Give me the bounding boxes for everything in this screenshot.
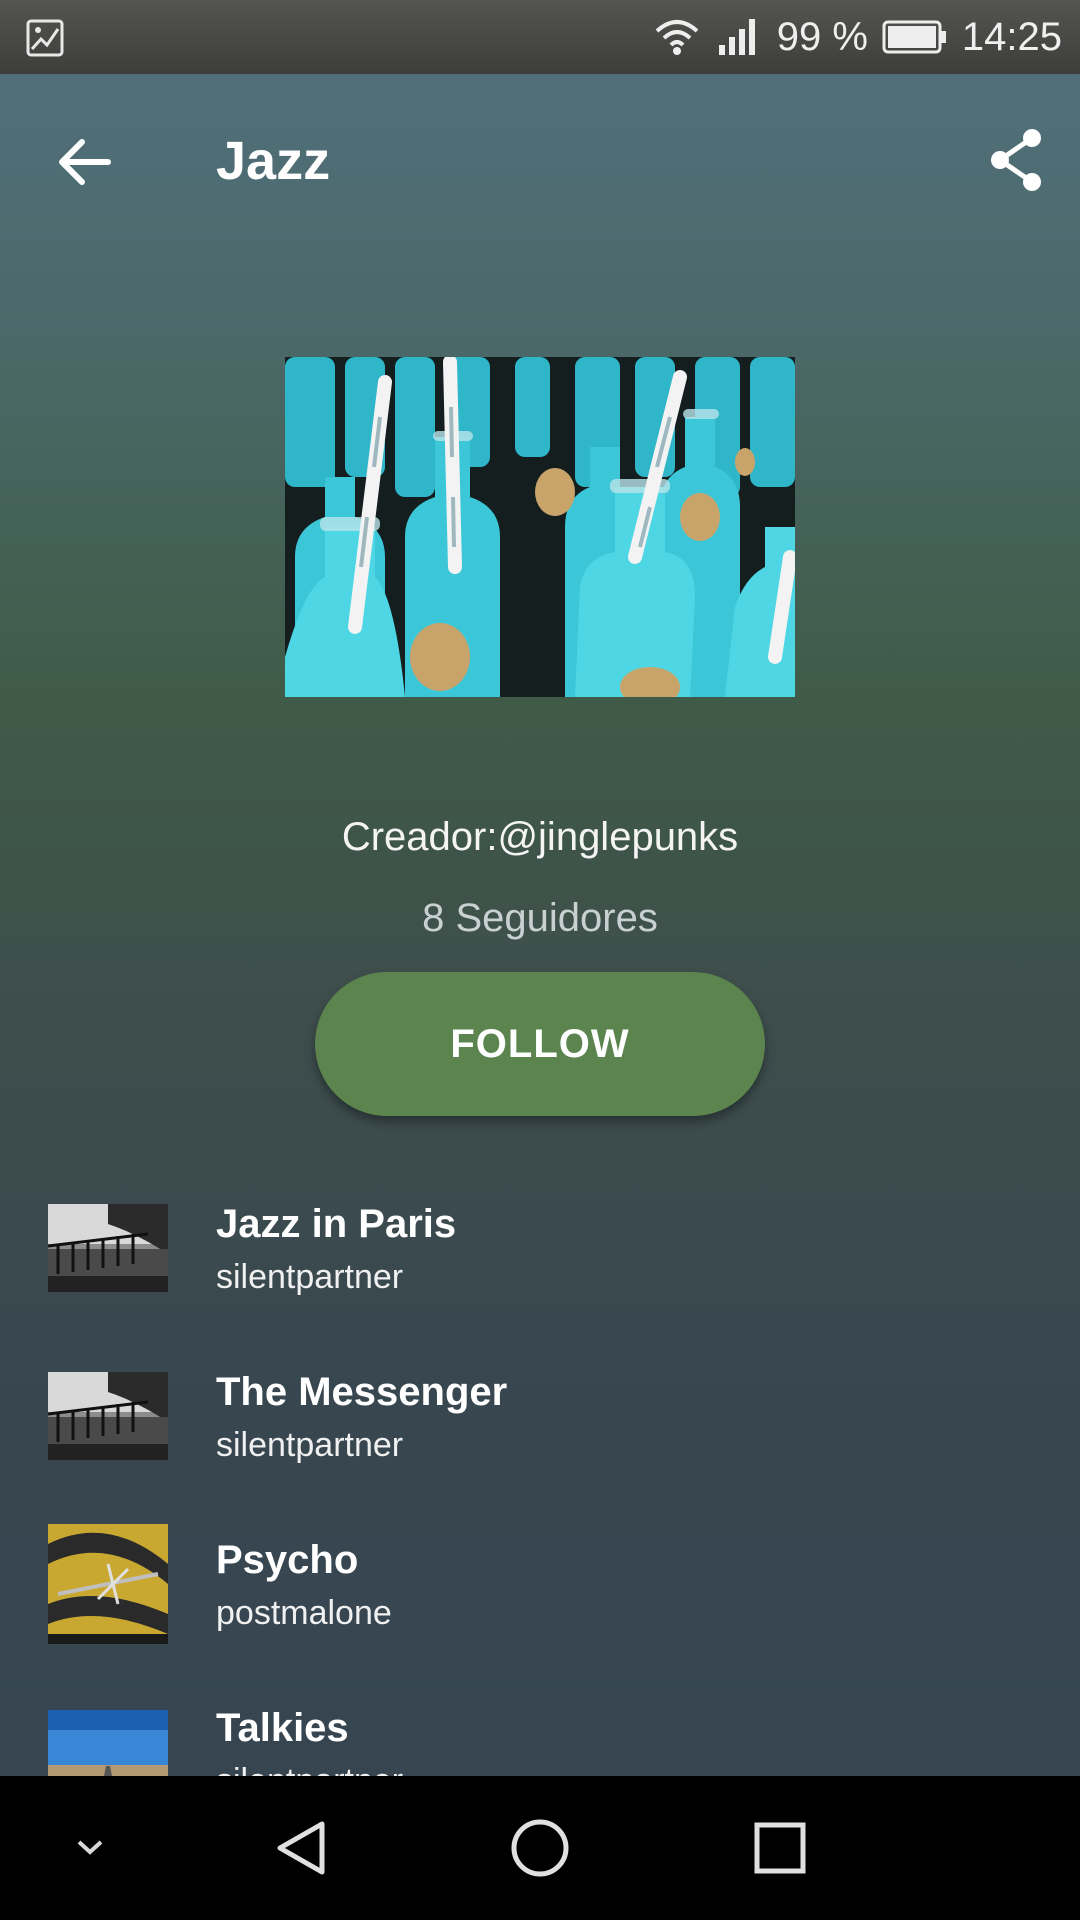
track-row[interactable]: The Messenger silentpartner (0, 1344, 1080, 1512)
gallery-icon (26, 19, 64, 57)
track-title: Jazz in Paris (216, 1202, 457, 1246)
track-title: Talkies (216, 1706, 349, 1750)
track-artist: silentpartner (216, 1426, 404, 1464)
signal-icon (718, 19, 755, 55)
playlist-creator[interactable]: Creador:@jinglepunks (0, 815, 1080, 860)
follow-button[interactable]: FOLLOW (315, 972, 765, 1116)
status-bar: 99 % 14:25 (0, 0, 1080, 74)
status-icons: 99 % 14:25 (653, 0, 1062, 74)
app-bar: Jazz (0, 74, 1080, 244)
chevron-down-icon[interactable] (60, 1776, 120, 1920)
track-thumbnail (48, 1372, 168, 1460)
system-nav-bar (0, 1776, 1080, 1920)
page-title: Jazz (216, 131, 331, 191)
track-thumbnail (48, 1524, 168, 1644)
playlist-screen: 99 % 14:25 Jazz Creador:@jinglepunks 8 S… (0, 0, 1080, 1920)
arrow-back-icon[interactable] (48, 126, 120, 198)
battery-icon (882, 20, 946, 54)
track-title: Psycho (216, 1538, 359, 1582)
battery-percent: 99 % (776, 14, 868, 59)
track-title: The Messenger (216, 1370, 508, 1414)
track-row[interactable]: Psycho postmalone (0, 1512, 1080, 1680)
track-row[interactable]: Jazz in Paris silentpartner (0, 1176, 1080, 1344)
wifi-icon (655, 20, 699, 55)
share-icon[interactable] (980, 124, 1052, 196)
follower-count: 8 Seguidores (422, 896, 658, 940)
track-artist: silentpartner (216, 1258, 404, 1296)
clock: 14:25 (961, 14, 1062, 59)
track-artist: postmalone (216, 1594, 392, 1632)
track-thumbnail (48, 1204, 168, 1292)
playlist-cover-image (285, 357, 795, 697)
back-triangle-icon[interactable] (260, 1776, 340, 1920)
recents-square-icon[interactable] (740, 1776, 820, 1920)
home-circle-icon[interactable] (500, 1776, 580, 1920)
